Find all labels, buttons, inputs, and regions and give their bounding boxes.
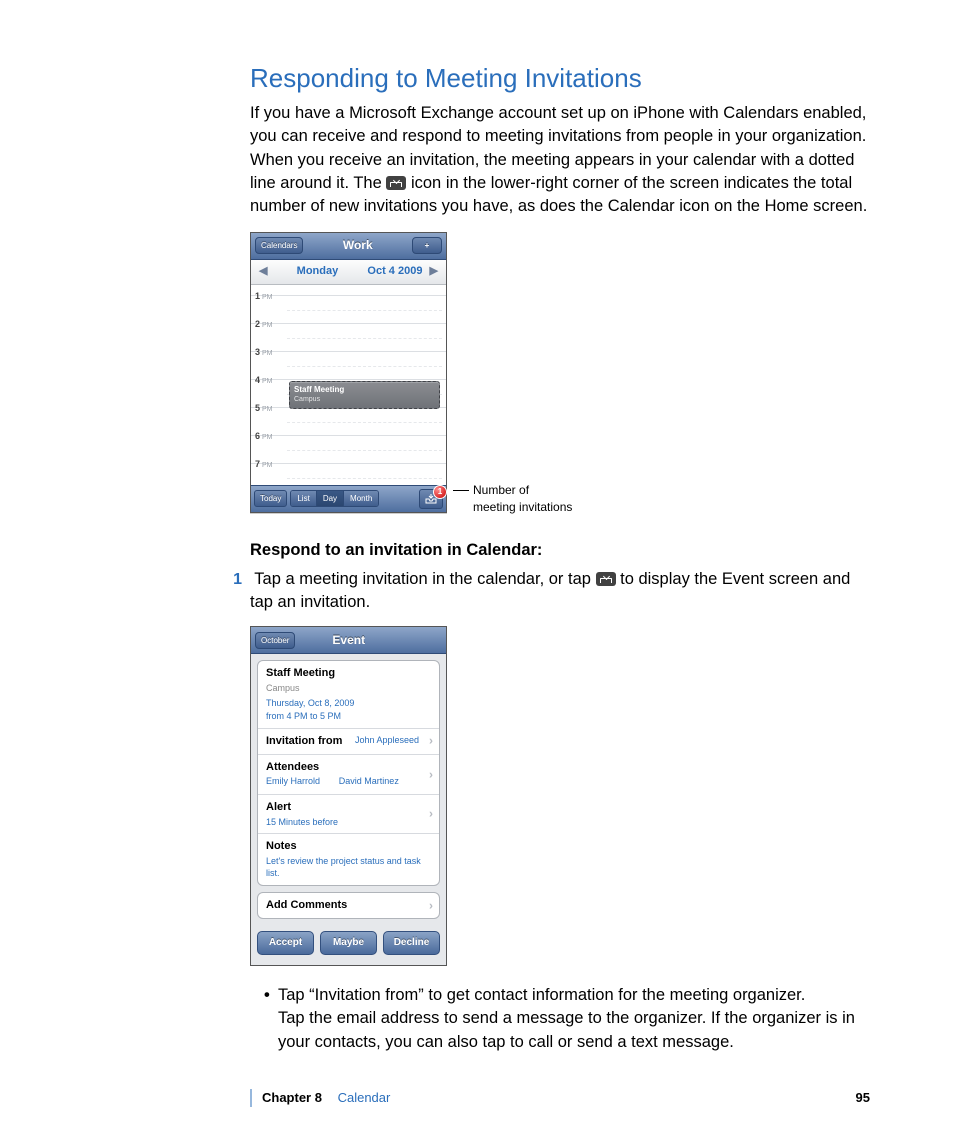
- page-footer: Chapter 8 Calendar 95: [250, 1089, 876, 1107]
- attendee-1: Emily Harrold: [266, 776, 320, 786]
- callout-line2: meeting invitations: [473, 499, 572, 516]
- accept-button[interactable]: Accept: [257, 931, 314, 955]
- calendar-navbar: Calendars Work +: [251, 233, 446, 260]
- respond-heading: Respond to an invitation in Calendar:: [250, 539, 870, 562]
- calendar-title: Work: [343, 237, 373, 254]
- footer-chapter: Chapter 8: [262, 1090, 322, 1105]
- prev-day-button[interactable]: ◀: [259, 264, 267, 279]
- seg-month[interactable]: Month: [344, 491, 378, 506]
- page-content: Responding to Meeting Invitations If you…: [250, 60, 870, 1058]
- hour-1: 1: [255, 291, 260, 301]
- attendees-label: Attendees: [266, 760, 431, 775]
- calendar-phone: Calendars Work + ◀ Monday Oct 4 2009 ▶ 1…: [250, 232, 447, 513]
- alert-row[interactable]: Alert 15 Minutes before ›: [258, 794, 439, 833]
- invitation-from-value: John Appleseed: [355, 734, 419, 747]
- calendar-screenshot: Calendars Work + ◀ Monday Oct 4 2009 ▶ 1…: [250, 232, 870, 513]
- step-number: 1: [216, 569, 242, 591]
- attendees-row[interactable]: Attendees Emily Harrold David Martinez ›: [258, 754, 439, 794]
- event-navbar: October Event: [251, 627, 446, 654]
- add-comments-label: Add Comments: [266, 899, 347, 911]
- invitations-inbox-button[interactable]: 1: [419, 489, 443, 509]
- notes-value: Let's review the project status and task…: [266, 855, 431, 880]
- event-screenshot: October Event Staff Meeting Campus Thurs…: [250, 626, 447, 966]
- notes-row: Notes Let's review the project status an…: [258, 833, 439, 885]
- ampm: PM: [262, 294, 273, 301]
- intro-paragraph: If you have a Microsoft Exchange account…: [250, 102, 870, 217]
- alert-label: Alert: [266, 800, 431, 815]
- date-label: Oct 4 2009: [367, 265, 422, 277]
- maybe-button[interactable]: Maybe: [320, 931, 377, 955]
- meeting-invitation-block[interactable]: Staff Meeting Campus: [289, 381, 440, 409]
- event-date: Thursday, Oct 8, 2009: [266, 697, 431, 710]
- inbox-icon: [386, 176, 406, 190]
- calendar-body[interactable]: 1PM 2PM 3PM 4PM 5PM 6PM 7PM Staff Meetin…: [251, 285, 446, 485]
- invitation-from-label: Invitation from: [266, 735, 342, 747]
- weekday-label: Monday: [297, 264, 339, 279]
- notes-label: Notes: [266, 839, 431, 854]
- view-segment: List Day Month: [290, 490, 379, 507]
- event-navtitle: Event: [332, 632, 365, 649]
- add-event-button[interactable]: +: [412, 237, 442, 254]
- callout: Number of meeting invitations: [453, 482, 572, 516]
- attendee-2: David Martinez: [339, 776, 399, 786]
- next-day-button[interactable]: ▶: [430, 265, 438, 277]
- event-location: Campus: [266, 682, 431, 695]
- event-back-button[interactable]: October: [255, 632, 295, 649]
- hour-7: 7: [255, 459, 260, 469]
- invitation-count-badge: 1: [433, 485, 447, 499]
- date-bar: ◀ Monday Oct 4 2009 ▶: [251, 260, 446, 285]
- callout-line1: Number of: [473, 482, 572, 499]
- chevron-right-icon: ›: [429, 806, 433, 823]
- footer-chapter-name: Calendar: [338, 1090, 391, 1105]
- bullet-item: Tap “Invitation from” to get contact inf…: [264, 984, 870, 1053]
- chevron-right-icon: ›: [429, 766, 433, 783]
- meeting-location: Campus: [294, 395, 435, 405]
- section-heading: Responding to Meeting Invitations: [250, 60, 870, 96]
- seg-list[interactable]: List: [291, 491, 316, 506]
- calendars-back-button[interactable]: Calendars: [255, 237, 303, 254]
- response-actions: Accept Maybe Decline: [251, 925, 446, 965]
- hour-3: 3: [255, 347, 260, 357]
- alert-value: 15 Minutes before: [266, 816, 431, 829]
- callout-leader: [453, 490, 469, 491]
- page-number: 95: [856, 1089, 870, 1107]
- hour-4: 4: [255, 375, 260, 385]
- step1-pre: Tap a meeting invitation in the calendar…: [254, 570, 595, 588]
- today-button[interactable]: Today: [254, 490, 287, 507]
- meeting-title: Staff Meeting: [294, 384, 435, 395]
- hour-5: 5: [255, 403, 260, 413]
- decline-button[interactable]: Decline: [383, 931, 440, 955]
- seg-day[interactable]: Day: [317, 491, 344, 506]
- event-summary-card: Staff Meeting Campus Thursday, Oct 8, 20…: [257, 660, 440, 886]
- event-name: Staff Meeting: [266, 666, 431, 681]
- hour-6: 6: [255, 431, 260, 441]
- bullet-text-a: Tap “Invitation from” to get contact inf…: [278, 986, 805, 1004]
- chevron-right-icon: ›: [429, 897, 433, 914]
- chevron-right-icon: ›: [429, 733, 433, 750]
- inbox-icon: [596, 572, 616, 586]
- event-time: from 4 PM to 5 PM: [266, 710, 431, 723]
- invitation-from-row[interactable]: Invitation from John Appleseed ›: [258, 728, 439, 754]
- hour-2: 2: [255, 319, 260, 329]
- step-1: 1 Tap a meeting invitation in the calend…: [250, 568, 870, 614]
- bullet-text-b: Tap the email address to send a message …: [278, 1009, 855, 1050]
- bullet-list: Tap “Invitation from” to get contact inf…: [264, 984, 870, 1053]
- add-comments-card[interactable]: Add Comments ›: [257, 892, 440, 919]
